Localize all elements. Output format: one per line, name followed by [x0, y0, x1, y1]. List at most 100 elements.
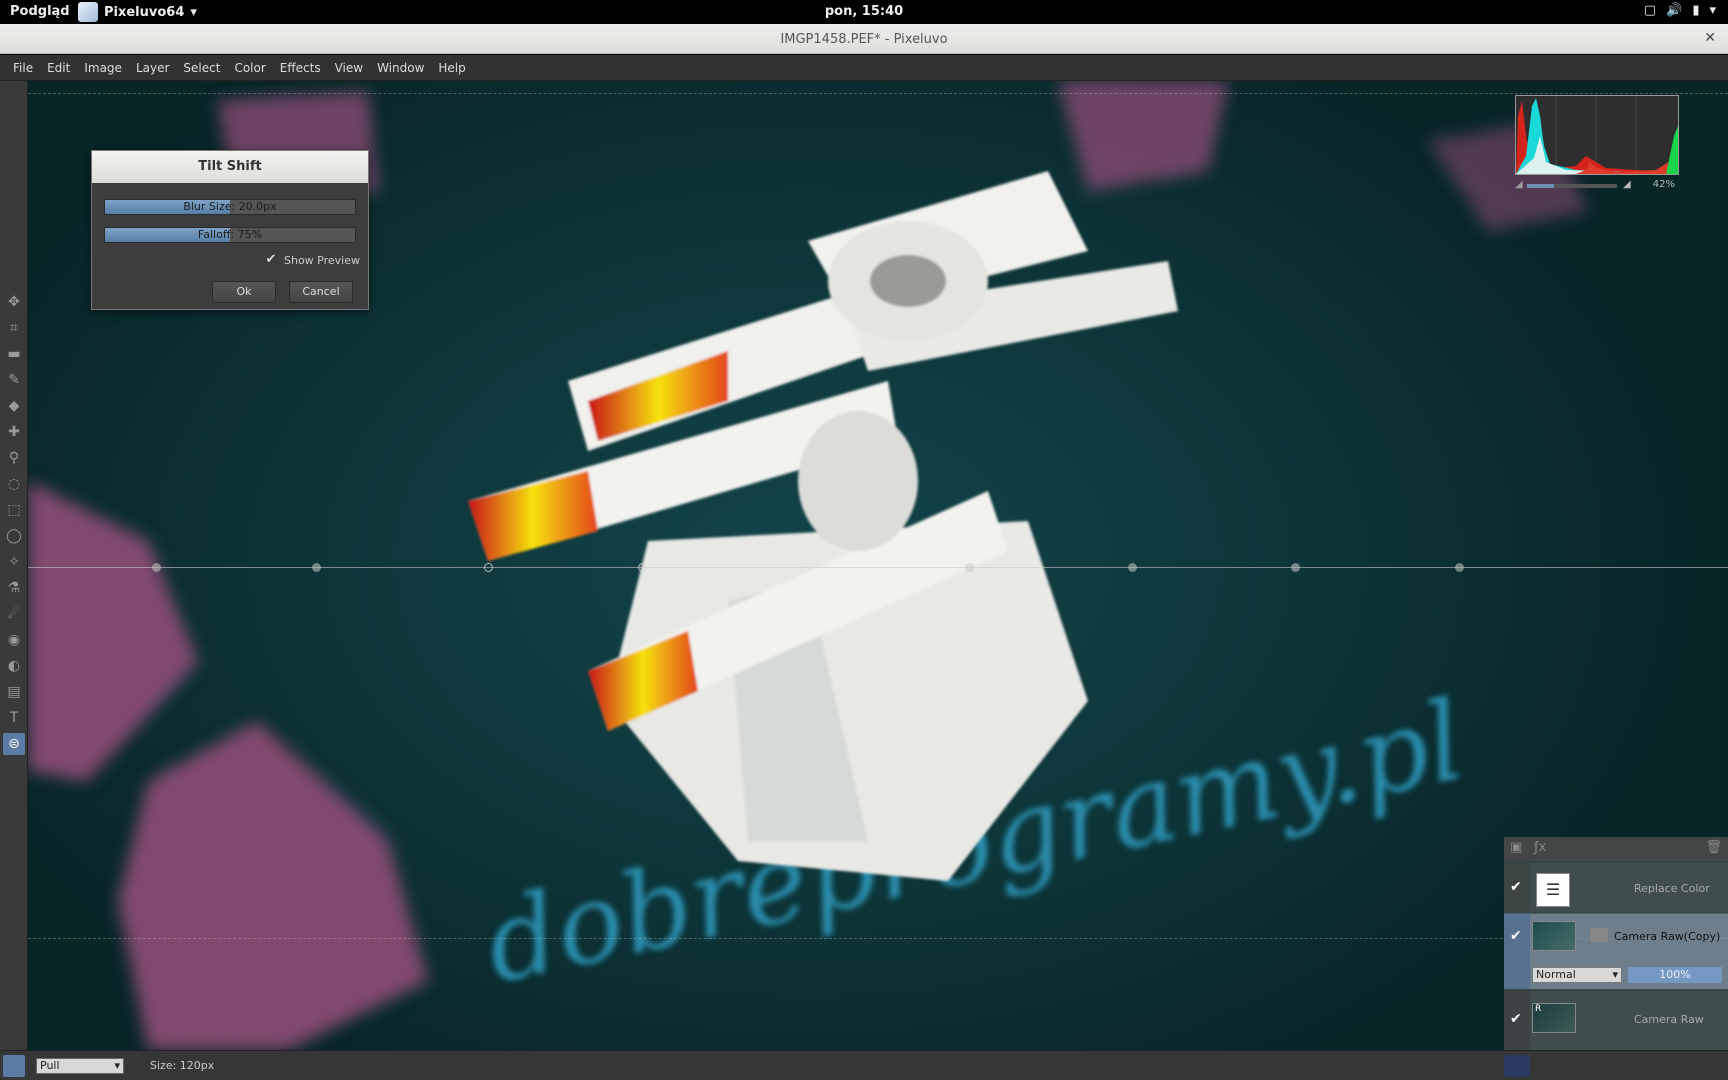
blend-mode-select[interactable]: Normal ▾: [1532, 967, 1622, 983]
zoom-in-icon[interactable]: ◢: [1623, 179, 1631, 190]
red-eye-tool-icon[interactable]: ◉: [3, 629, 25, 651]
tilt-shift-outer-guide-bottom[interactable]: [28, 938, 1728, 939]
new-layer-icon[interactable]: ▣: [1510, 840, 1522, 855]
layer-name: Camera Raw: [1634, 1013, 1704, 1026]
adjustment-layer-icon: ☰: [1536, 873, 1570, 907]
close-icon[interactable]: ✕: [1704, 30, 1716, 46]
menu-edit[interactable]: Edit: [40, 55, 77, 80]
menu-window[interactable]: Window: [370, 55, 431, 80]
pixeluvo-app-icon: [78, 2, 98, 22]
cancel-button[interactable]: Cancel: [289, 281, 353, 303]
histogram-graph: [1516, 96, 1678, 174]
tilt-shift-focus-line[interactable]: [28, 567, 1728, 568]
layer-opacity-slider[interactable]: 100%: [1628, 967, 1722, 983]
straighten-tool-icon[interactable]: ▬: [3, 343, 25, 365]
layer-visibility-check-icon[interactable]: ✔: [1510, 1011, 1524, 1027]
layer-mask-icon[interactable]: [1590, 928, 1608, 942]
window-titlebar[interactable]: IMGP1458.PEF* - Pixeluvo ✕: [0, 24, 1728, 54]
rect-select-tool-icon[interactable]: ⬚: [3, 499, 25, 521]
battery-icon[interactable]: ▮: [1692, 3, 1699, 18]
status-bar: Pull ▾ Size: 120px: [0, 1050, 1728, 1080]
layers-panel: ▣ ƒx 🗑 ✔ ☰ Replace Color ✔ Camera Raw(Co…: [1504, 837, 1728, 1050]
menu-effects[interactable]: Effects: [273, 55, 328, 80]
menu-image[interactable]: Image: [77, 55, 129, 80]
ok-button[interactable]: Ok: [212, 281, 276, 303]
current-tool-icon[interactable]: [3, 1055, 25, 1077]
raw-badge-icon: R: [1535, 1004, 1542, 1014]
focus-line-handle[interactable]: [1455, 563, 1464, 572]
focus-line-handle[interactable]: [312, 563, 321, 572]
gradient-tool-icon[interactable]: ▤: [3, 681, 25, 703]
show-preview-label: Show Preview: [284, 253, 360, 267]
falloff-label: Falloff: 75%: [197, 228, 263, 241]
layer-row-selected[interactable]: ✔ Camera Raw(Copy) Normal ▾ 100%: [1504, 913, 1728, 989]
layer-thumbnail: R: [1532, 1003, 1576, 1033]
zoom-out-icon[interactable]: ◢: [1515, 179, 1523, 190]
layer-name: Camera Raw(Copy): [1614, 930, 1721, 943]
layer-visibility-check-icon[interactable]: ✔: [1510, 879, 1524, 895]
eyedropper-tool-icon[interactable]: ⚗: [3, 577, 25, 599]
show-preview-checkbox[interactable]: ✔: [264, 253, 278, 267]
focus-line-handle[interactable]: [801, 563, 810, 572]
volume-icon[interactable]: 🔊: [1666, 3, 1682, 18]
fx-icon[interactable]: ƒx: [1534, 840, 1546, 855]
tilt-shift-tool-icon[interactable]: ⊜: [3, 733, 25, 755]
brush-size-readout: Size: 120px: [150, 1059, 215, 1072]
clock[interactable]: pon, 15:40: [0, 4, 1728, 19]
focus-line-handle[interactable]: [638, 563, 647, 572]
layer-row[interactable]: ✔ R Camera Raw: [1504, 990, 1728, 1050]
zoom-percent: 42%: [1652, 179, 1675, 190]
layer-thumbnail: [1532, 921, 1576, 951]
trash-icon[interactable]: 🗑: [1705, 840, 1722, 855]
clone-tool-icon[interactable]: ⚲: [3, 447, 25, 469]
tilt-shift-dialog: Tilt Shift Blur Size: 20.0px Falloff: 75…: [91, 150, 369, 310]
blur-size-slider[interactable]: Blur Size: 20.0px: [104, 199, 356, 215]
focus-line-handle[interactable]: [1291, 563, 1300, 572]
dialog-title[interactable]: Tilt Shift: [92, 151, 368, 183]
layers-panel-header: ▣ ƒx 🗑: [1504, 837, 1728, 861]
layer-row[interactable]: ✔ ☰ Replace Color: [1504, 862, 1728, 912]
crop-tool-icon[interactable]: ⌗: [3, 317, 25, 339]
brush-tool-icon[interactable]: ✎: [3, 369, 25, 391]
activities-button[interactable]: Podgląd: [10, 4, 70, 19]
layer-name: Replace Color: [1634, 882, 1710, 895]
focus-line-handle[interactable]: [1128, 563, 1137, 572]
dodge-tool-icon[interactable]: ◐: [3, 655, 25, 677]
magic-wand-tool-icon[interactable]: ✧: [3, 551, 25, 573]
falloff-slider[interactable]: Falloff: 75%: [104, 227, 356, 243]
menu-file[interactable]: File: [6, 55, 40, 80]
histogram-zoom-bar[interactable]: ◢ ◢ 42%: [1515, 179, 1679, 193]
window-switch-icon[interactable]: ▢: [1644, 3, 1656, 18]
histogram-panel: [1515, 95, 1679, 175]
menu-layer[interactable]: Layer: [129, 55, 176, 80]
focus-line-handle[interactable]: [484, 563, 493, 572]
layer-visibility-check-icon[interactable]: ✔: [1510, 928, 1524, 944]
heal-tool-icon[interactable]: ✚: [3, 421, 25, 443]
menu-select[interactable]: Select: [176, 55, 227, 80]
chevron-down-icon: ▾: [1612, 968, 1618, 981]
show-preview-row[interactable]: ✔ Show Preview: [264, 253, 360, 267]
toolbox: ✥ ⌗ ▬ ✎ ◆ ✚ ⚲ ◌ ⬚ ◯ ✧ ⚗ ☄ ◉ ◐ ▤ T ⊜: [0, 81, 28, 1050]
chevron-down-icon: ▾: [190, 4, 197, 20]
chevron-down-icon[interactable]: ▾: [1709, 3, 1716, 18]
lasso-tool-icon[interactable]: ◌: [3, 473, 25, 495]
menu-bar: File Edit Image Layer Select Color Effec…: [0, 55, 1728, 81]
smudge-tool-icon[interactable]: ☄: [3, 603, 25, 625]
focus-line-handle[interactable]: [965, 563, 974, 572]
menu-view[interactable]: View: [328, 55, 370, 80]
menu-help[interactable]: Help: [431, 55, 472, 80]
navigator-icon[interactable]: [1504, 1055, 1530, 1077]
system-top-bar: Podgląd Pixeluvo64 ▾ pon, 15:40 ▢ 🔊 ▮ ▾: [0, 0, 1728, 24]
focus-line-handle[interactable]: [152, 563, 161, 572]
ellipse-select-tool-icon[interactable]: ◯: [3, 525, 25, 547]
app-menu[interactable]: Pixeluvo64 ▾: [78, 2, 197, 22]
eraser-tool-icon[interactable]: ◆: [3, 395, 25, 417]
text-tool-icon[interactable]: T: [3, 707, 25, 729]
system-tray[interactable]: ▢ 🔊 ▮ ▾: [1644, 3, 1716, 18]
zoom-slider-fill: [1527, 184, 1554, 188]
tilt-shift-outer-guide-top[interactable]: [28, 93, 1728, 94]
menu-color[interactable]: Color: [227, 55, 272, 80]
tool-mode-select[interactable]: Pull ▾: [36, 1058, 124, 1074]
zoom-slider[interactable]: [1527, 184, 1617, 188]
move-tool-icon[interactable]: ✥: [3, 291, 25, 313]
